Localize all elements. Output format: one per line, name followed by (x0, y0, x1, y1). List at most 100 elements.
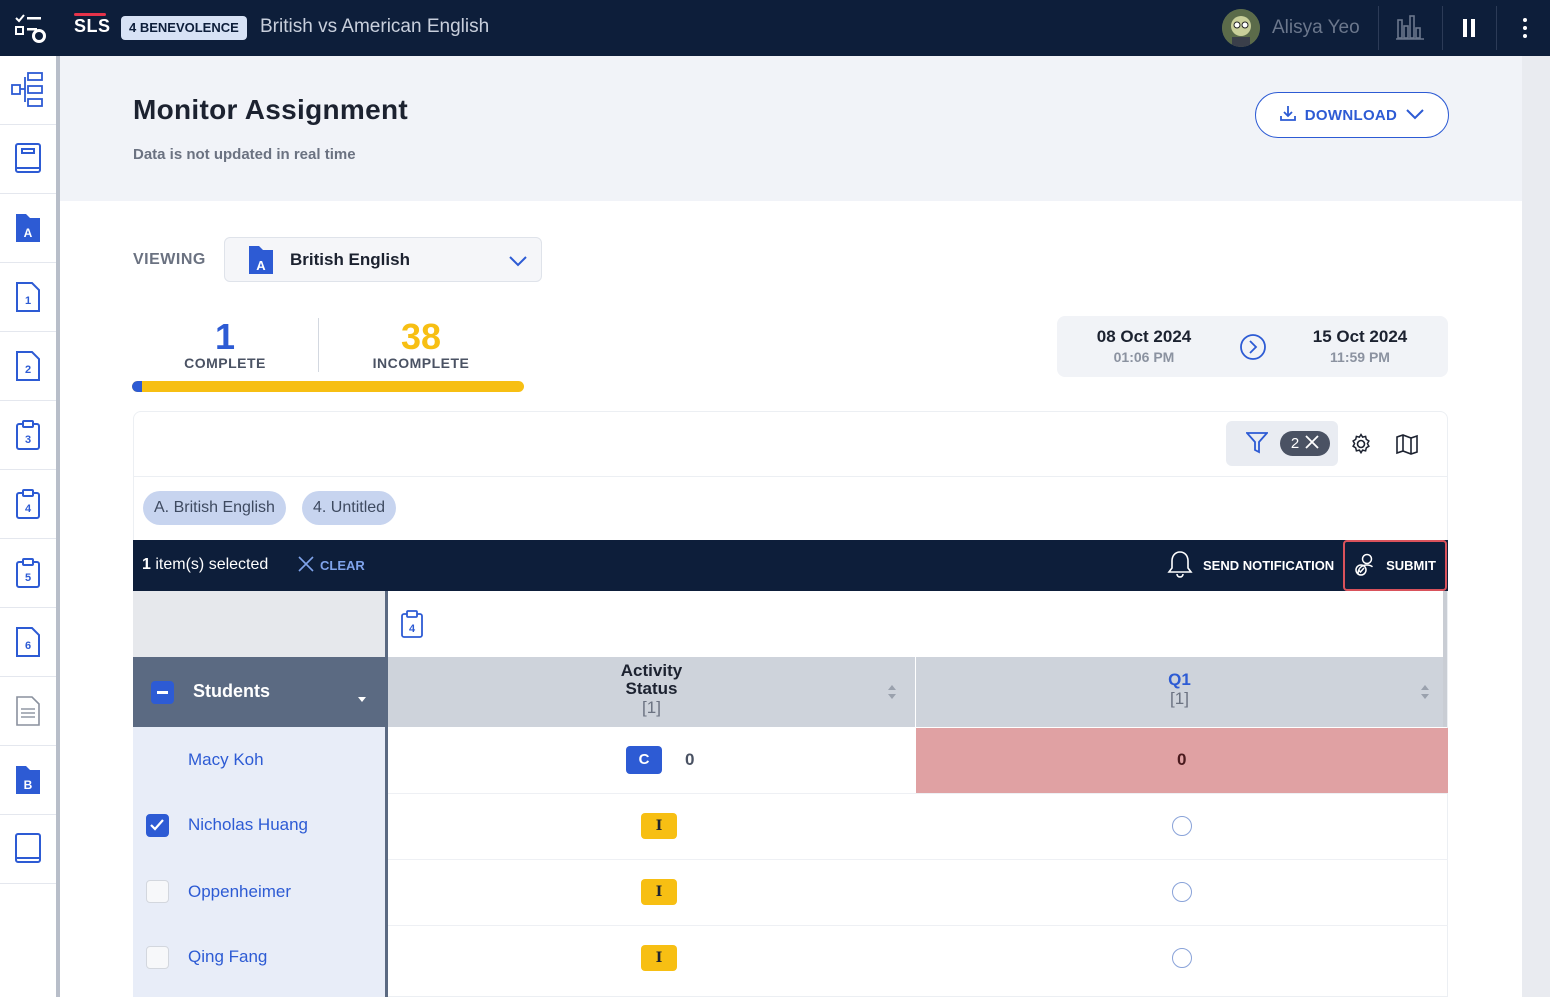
user-name[interactable]: Alisya Yeo (1272, 17, 1360, 39)
sort-icon[interactable] (1421, 685, 1429, 704)
folder-a-icon[interactable]: A (0, 194, 56, 263)
student-name-link[interactable]: Macy Koh (188, 750, 264, 770)
folder-b-icon[interactable]: B (0, 746, 56, 815)
page-2-icon[interactable]: 2 (0, 332, 56, 401)
clear-selection-button[interactable]: CLEAR (298, 556, 365, 575)
selection-count: 1 item(s) selected (142, 556, 268, 574)
close-icon[interactable] (1305, 434, 1319, 453)
activity-header-line2: Status (625, 679, 678, 698)
svg-text:5: 5 (25, 572, 31, 584)
active-filter-count-badge[interactable]: 2 (1280, 431, 1330, 456)
sls-logo[interactable]: SLS (74, 13, 111, 37)
q1-header-count: [1] (1170, 689, 1189, 708)
download-icon (1279, 104, 1297, 126)
pause-icon[interactable] (1462, 19, 1476, 42)
not-attempted-circle-icon[interactable] (1172, 948, 1192, 968)
clipboard-4-icon: 4 (400, 609, 424, 644)
page-scrollbar[interactable] (1522, 56, 1550, 997)
complete-label: COMPLETE (184, 355, 266, 371)
page-1-icon[interactable]: 1 (0, 263, 56, 332)
lesson-title: British vs American English (260, 16, 490, 37)
row-separator (388, 859, 1448, 860)
status-badge-incomplete[interactable]: I (641, 945, 677, 971)
download-button[interactable]: DOWNLOAD (1255, 92, 1449, 138)
divider (1496, 6, 1497, 50)
page-title: Monitor Assignment (133, 94, 409, 125)
send-notification-label: SEND NOTIFICATION (1203, 558, 1335, 573)
viewing-select[interactable]: A British English (224, 237, 542, 282)
filter-chip[interactable]: 4. Untitled (302, 491, 397, 525)
row-checkbox[interactable] (146, 946, 169, 969)
q1-header[interactable]: Q1 [1] (916, 657, 1443, 727)
page-6-icon[interactable]: 6 (0, 608, 56, 677)
page-subtitle: Data is not updated in real time (133, 146, 356, 163)
sort-down-icon[interactable] (358, 690, 366, 708)
submit-label: SUBMIT (1386, 558, 1436, 573)
arrow-right-circle-icon (1239, 333, 1267, 366)
svg-text:A: A (24, 226, 33, 240)
clipboard-5-icon[interactable]: 5 (0, 539, 56, 608)
clipboard-3-icon[interactable]: 3 (0, 401, 56, 470)
user-avatar[interactable] (1222, 9, 1260, 47)
tree-structure-icon[interactable] (0, 56, 56, 125)
divider (1442, 6, 1443, 50)
chevron-down-icon (1405, 107, 1425, 124)
book-end-icon[interactable] (0, 815, 56, 884)
svg-text:A: A (256, 258, 266, 273)
top-bar: SLS 4 BENEVOLENCE British vs American En… (0, 0, 1550, 56)
page-header: Monitor Assignment Data is not updated i… (60, 56, 1522, 201)
students-column-header[interactable]: Students (133, 657, 385, 727)
activity-status-header[interactable]: Activity Status [1] (388, 657, 915, 727)
send-notification-button[interactable]: SEND NOTIFICATION (1167, 549, 1334, 582)
gear-icon[interactable] (1350, 433, 1372, 460)
student-name-link[interactable]: Nicholas Huang (188, 815, 308, 835)
table-scrollbar[interactable] (1443, 591, 1447, 727)
status-badge-complete[interactable]: C (626, 746, 662, 774)
filter-icon[interactable] (1244, 431, 1270, 460)
svg-text:6: 6 (25, 640, 31, 652)
divider (1378, 6, 1379, 50)
svg-text:1: 1 (25, 295, 31, 307)
frozen-column-divider (385, 591, 388, 997)
book-icon[interactable] (0, 125, 56, 194)
not-attempted-circle-icon[interactable] (1172, 816, 1192, 836)
end-datetime: 15 Oct 2024 11:59 PM (1290, 327, 1430, 365)
map-icon[interactable] (1396, 433, 1418, 460)
download-label: DOWNLOAD (1304, 106, 1398, 124)
left-rail: A 1 2 3 4 5 6 B (0, 56, 56, 997)
selected-count-number: 1 (142, 556, 151, 573)
row-separator (388, 925, 1448, 926)
row-separator (388, 793, 1448, 794)
status-badge-incomplete[interactable]: I (641, 879, 677, 905)
sort-icon[interactable] (888, 685, 896, 704)
task-list-icon[interactable] (14, 14, 48, 44)
incomplete-count: 38 (400, 316, 442, 357)
document-icon[interactable] (0, 677, 56, 746)
viewing-label: VIEWING (133, 251, 206, 268)
date-range: 08 Oct 2024 01:06 PM 15 Oct 2024 11:59 P… (1057, 316, 1448, 377)
complete-count: 1 (214, 316, 236, 357)
more-vertical-icon[interactable] (1521, 17, 1529, 44)
start-datetime: 08 Oct 2024 01:06 PM (1074, 327, 1214, 365)
folder-a-icon: A (247, 244, 275, 281)
svg-text:B: B (24, 778, 33, 792)
status-badge-incomplete[interactable]: I (641, 813, 677, 839)
filter-chip[interactable]: A. British English (143, 491, 286, 525)
selected-count-text: item(s) selected (155, 556, 269, 573)
row-checkbox[interactable] (146, 880, 169, 903)
row-checkbox-checked[interactable] (146, 814, 169, 837)
submit-button[interactable]: SUBMIT (1343, 540, 1447, 591)
clipboard-4-icon[interactable]: 4 (0, 470, 56, 539)
activity-header-count: [1] (642, 698, 661, 717)
checkmark-icon (150, 819, 164, 831)
student-name-link[interactable]: Oppenheimer (188, 882, 291, 902)
select-all-checkbox[interactable] (151, 681, 174, 704)
bar-chart-icon[interactable] (1396, 14, 1424, 45)
close-icon (298, 556, 314, 575)
students-header-label: Students (193, 681, 271, 701)
class-badge: 4 BENEVOLENCE (121, 16, 247, 40)
stat-divider (318, 318, 319, 372)
not-attempted-circle-icon[interactable] (1172, 882, 1192, 902)
activity-header-line1: Activity (620, 661, 683, 680)
student-name-link[interactable]: Qing Fang (188, 947, 267, 967)
